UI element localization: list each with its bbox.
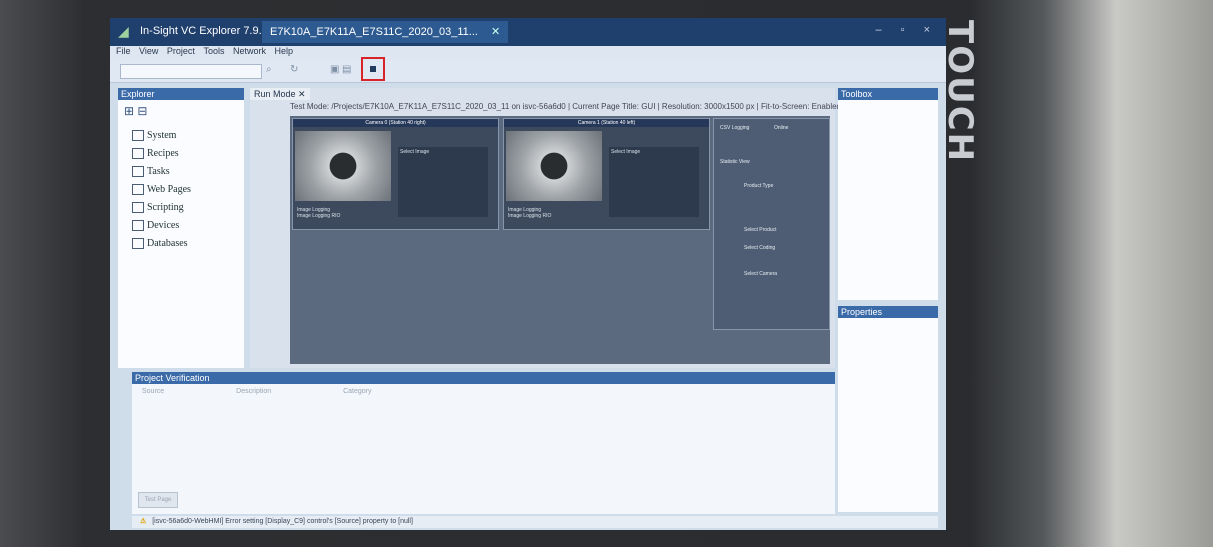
- run-mode-info: Test Mode: /Projects/E7K10A_E7K11A_E7S11…: [290, 102, 842, 111]
- menu-help[interactable]: Help: [275, 46, 294, 56]
- save-all-icon[interactable]: ▤: [342, 64, 351, 75]
- camera-0-data: Select Image: [398, 147, 488, 217]
- column-category[interactable]: Category: [343, 388, 371, 395]
- test-page-button[interactable]: Test Page: [138, 492, 178, 508]
- explorer-item-databases[interactable]: Databases: [132, 238, 188, 250]
- column-description[interactable]: Description: [236, 388, 271, 395]
- web-pages-icon: [132, 184, 144, 196]
- touch-brand-label: TOUCH: [940, 20, 980, 164]
- camera-1-logging[interactable]: Image Logging Image Logging RIO: [508, 207, 551, 219]
- toolbar: ⌕ ↻ ▣ ▤: [110, 57, 946, 83]
- scripting-icon: [132, 202, 144, 214]
- camera-0-image[interactable]: [295, 131, 391, 201]
- verification-header: Project Verification: [132, 372, 835, 384]
- app-title: In-Sight VC Explorer 7.9.1: [140, 25, 268, 37]
- menu-file[interactable]: File: [116, 46, 131, 56]
- menu-tools[interactable]: Tools: [203, 46, 224, 56]
- csv-logging-checkbox[interactable]: CSV Logging: [720, 125, 749, 131]
- window-controls[interactable]: – ▫ ×: [875, 24, 938, 36]
- sensor-combo[interactable]: [120, 64, 262, 79]
- camera-1-panel: Camera 1 (Station 40 left) Select Image …: [503, 118, 710, 230]
- statistic-view-label: Statistic View: [720, 159, 750, 165]
- project-verification-panel: Project Verification Source Description …: [132, 372, 835, 514]
- menu-network[interactable]: Network: [233, 46, 266, 56]
- app-window: ◢ In-Sight VC Explorer 7.9.1 E7K10A_E7K1…: [110, 18, 946, 530]
- properties-panel: Properties: [838, 306, 938, 512]
- explorer-tools: ⊞ ⊟: [124, 104, 147, 118]
- menu-bar: File View Project Tools Network Help: [110, 46, 946, 60]
- side-controls: CSV Logging Online Statistic View Produc…: [713, 118, 830, 330]
- explorer-header: Explorer: [118, 88, 244, 100]
- camera-0-logging[interactable]: Image Logging Image Logging RIO: [297, 207, 340, 219]
- explorer-item-devices[interactable]: Devices: [132, 220, 179, 232]
- warning-icon: ⚠: [140, 518, 147, 525]
- status-bar: ⚠ [isvc-56a6d0-WebHMI] Error setting [Di…: [132, 516, 938, 528]
- column-source[interactable]: Source: [142, 388, 164, 395]
- databases-icon: [132, 238, 144, 250]
- explorer-item-recipes[interactable]: Recipes: [132, 148, 179, 160]
- explorer-item-tasks[interactable]: Tasks: [132, 166, 170, 178]
- expand-icon[interactable]: ⊞: [124, 104, 134, 118]
- recipes-icon: [132, 148, 144, 160]
- hmi-workspace: Camera 0 (Station 40 right) Select Image…: [290, 116, 830, 364]
- collapse-icon[interactable]: ⊟: [137, 104, 147, 118]
- explorer-panel: Explorer ⊞ ⊟ System Recipes Tasks Web Pa…: [118, 88, 244, 368]
- close-icon[interactable]: ✕: [491, 26, 500, 38]
- select-product-label: Select Product: [744, 227, 777, 233]
- title-bar: ◢ In-Sight VC Explorer 7.9.1 E7K10A_E7K1…: [110, 18, 946, 46]
- save-icon[interactable]: ▣: [330, 64, 339, 75]
- tab-project-label: E7K10A_E7K11A_E7S11C_2020_03_11...: [270, 26, 478, 38]
- app-logo-icon: ◢: [118, 23, 129, 39]
- toolbox-panel: Toolbox: [838, 88, 938, 300]
- stop-button-highlight[interactable]: [361, 57, 385, 81]
- menu-project[interactable]: Project: [167, 46, 195, 56]
- tasks-icon: [132, 166, 144, 178]
- camera-1-title: Camera 1 (Station 40 left): [504, 119, 709, 127]
- close-icon[interactable]: ✕: [298, 89, 306, 99]
- run-mode-panel: Run Mode ✕ Test Mode: /Projects/E7K10A_E…: [250, 88, 841, 368]
- system-icon: [132, 130, 144, 142]
- tab-project[interactable]: E7K10A_E7K11A_E7S11C_2020_03_11... ✕: [262, 21, 509, 43]
- verification-columns: Source Description Category: [142, 388, 442, 395]
- select-coding-label: Select Coding: [744, 245, 776, 251]
- online-checkbox[interactable]: Online: [774, 125, 788, 131]
- explorer-item-scripting[interactable]: Scripting: [132, 202, 184, 214]
- product-type-label: Product Type: [744, 183, 774, 189]
- menu-view[interactable]: View: [139, 46, 158, 56]
- camera-1-image[interactable]: [506, 131, 602, 201]
- properties-header: Properties: [838, 306, 938, 318]
- devices-icon: [132, 220, 144, 232]
- toolbox-header: Toolbox: [838, 88, 938, 100]
- explorer-item-system[interactable]: System: [132, 130, 176, 142]
- status-message: [isvc-56a6d0-WebHMI] Error setting [Disp…: [152, 518, 413, 525]
- camera-1-data: Select Image: [609, 147, 699, 217]
- explorer-item-web-pages[interactable]: Web Pages: [132, 184, 191, 196]
- stop-icon[interactable]: [370, 66, 376, 72]
- select-camera-label: Select Camera: [744, 271, 778, 277]
- camera-0-panel: Camera 0 (Station 40 right) Select Image…: [292, 118, 499, 230]
- search-icon[interactable]: ⌕: [266, 64, 272, 75]
- camera-0-title: Camera 0 (Station 40 right): [293, 119, 498, 127]
- tab-run-mode[interactable]: Run Mode ✕: [250, 88, 310, 100]
- refresh-icon[interactable]: ↻: [290, 64, 298, 75]
